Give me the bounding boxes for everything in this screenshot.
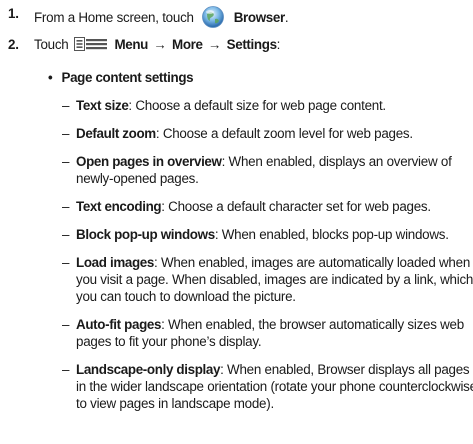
- step-number: 1.: [8, 6, 19, 21]
- manual-page: 1. From a Home screen, touch Browser. 2.…: [0, 0, 473, 444]
- menu-icon: [73, 37, 107, 51]
- dash: –: [62, 255, 70, 270]
- dash: –: [62, 362, 70, 377]
- item-term: Block pop-up windows: [76, 227, 215, 242]
- item-term: Open pages in overview: [76, 154, 222, 169]
- list-item: – Landscape-only display: When enabled, …: [62, 361, 473, 412]
- browser-icon: [202, 6, 225, 28]
- item-desc-line: pages to fit your phone’s display.: [76, 334, 262, 349]
- step-number: 2.: [8, 37, 19, 52]
- section-heading: • Page content settings: [48, 69, 467, 86]
- list-item: – Block pop-up windows: When enabled, bl…: [62, 226, 467, 243]
- dash: –: [62, 98, 70, 113]
- list-item: – Auto-fit pages: When enabled, the brow…: [62, 316, 467, 350]
- step-text: From a Home screen, touch Browser.: [34, 5, 467, 28]
- item-desc-line: to view pages in landscape mode).: [76, 396, 274, 411]
- item-desc-line: you visit a page. When disabled, images …: [76, 272, 473, 287]
- list-item: – Default zoom: Choose a default zoom le…: [62, 125, 467, 142]
- item-desc: : Choose a default size for web page con…: [128, 98, 386, 113]
- dash: –: [62, 317, 70, 332]
- item-desc: : Choose a default character set for web…: [161, 199, 431, 214]
- list-item: – Text encoding: Choose a default charac…: [62, 198, 467, 215]
- item-term: Text size: [76, 98, 129, 113]
- dash: –: [62, 227, 70, 242]
- arrow-icon: →: [208, 37, 222, 52]
- item-term: Text encoding: [76, 199, 162, 214]
- item-term: Load images: [76, 255, 155, 270]
- list-item: – Load images: When enabled, images are …: [62, 254, 473, 305]
- item-desc-line: you can touch to download the picture.: [76, 289, 296, 304]
- item-desc: : When enabled, the browser automaticall…: [161, 317, 464, 332]
- step-text-pre: From a Home screen, touch: [34, 10, 194, 25]
- item-desc: : When enabled, Browser displays all pag…: [220, 362, 470, 377]
- dash: –: [62, 154, 70, 169]
- item-term: Auto-fit pages: [76, 317, 162, 332]
- section-title: Page content settings: [61, 70, 194, 85]
- step-text: Touch Menu → More → Settings:: [34, 36, 467, 53]
- item-desc-line: in the wider landscape orientation (rota…: [76, 379, 473, 394]
- step-text-post: .: [284, 10, 289, 25]
- menu-label: Menu: [114, 37, 149, 52]
- browser-label: Browser: [233, 10, 285, 25]
- item-desc: : When enabled, blocks pop-up windows.: [214, 227, 449, 242]
- step-text-pre: Touch: [34, 37, 69, 52]
- item-term: Default zoom: [76, 126, 156, 141]
- list-item: – Open pages in overview: When enabled, …: [62, 153, 467, 187]
- item-desc: : When enabled, displays an overview of: [221, 154, 452, 169]
- item-desc: : When enabled, images are automatically…: [154, 255, 471, 270]
- step-text-post: :: [276, 37, 281, 52]
- item-term: Landscape-only display: [76, 362, 221, 377]
- item-desc: : Choose a default zoom level for web pa…: [155, 126, 413, 141]
- dash: –: [62, 126, 70, 141]
- list-item: – Text size: Choose a default size for w…: [62, 97, 467, 114]
- dash: –: [62, 199, 70, 214]
- item-desc-line: newly-opened pages.: [76, 171, 199, 186]
- arrow-icon: →: [153, 37, 167, 52]
- settings-label: Settings: [226, 37, 277, 52]
- more-label: More: [172, 37, 203, 52]
- bullet: •: [48, 70, 53, 85]
